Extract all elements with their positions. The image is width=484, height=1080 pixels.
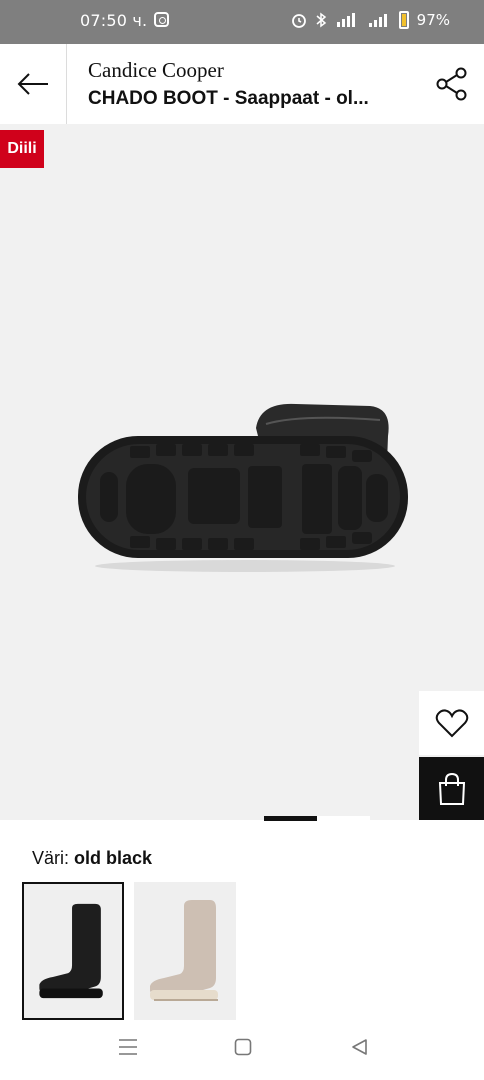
brand-name[interactable]: Candice Cooper [88,58,224,83]
wishlist-button[interactable] [419,691,484,755]
color-option-beige[interactable] [134,882,236,1020]
color-value: old black [74,848,153,868]
gallery-indicator [264,816,370,821]
status-time: 07:50 ч. [80,11,148,30]
color-option-old-black[interactable] [22,882,124,1020]
product-image-gallery[interactable]: Diili [0,124,484,820]
share-icon[interactable] [434,66,470,102]
boot-sole-image [78,403,408,572]
shopping-bag-icon [438,772,465,805]
black-boot-thumbnail [39,903,103,999]
deal-badge: Diili [0,130,44,168]
signal-icon [368,14,387,27]
system-navigation-bar [0,1020,484,1080]
status-bar: 07:50 ч. 97% [0,0,484,44]
beige-boot-thumbnail [150,900,218,1001]
gallery-indicator-active [264,816,317,821]
product-header: Candice Cooper CHADO BOOT - Saappaat - o… [0,44,484,125]
alarm-icon [291,14,306,28]
arrow-left-icon [17,73,48,95]
back-nav-icon[interactable] [350,1038,368,1056]
bluetooth-icon [316,12,326,28]
battery-icon [398,11,409,29]
color-label: Väri: [32,848,70,868]
home-icon[interactable] [234,1038,252,1056]
add-to-bag-button[interactable] [419,757,484,820]
instagram-icon [154,12,169,27]
recent-apps-icon[interactable] [118,1038,138,1056]
4g-signal-icon [336,13,355,27]
back-button[interactable] [0,44,67,124]
color-selector-label: Väri: old black [32,848,152,869]
heart-icon [435,709,468,738]
battery-level: 97% [416,11,450,29]
product-title: CHADO BOOT - Saappaat - ol... [88,88,369,109]
